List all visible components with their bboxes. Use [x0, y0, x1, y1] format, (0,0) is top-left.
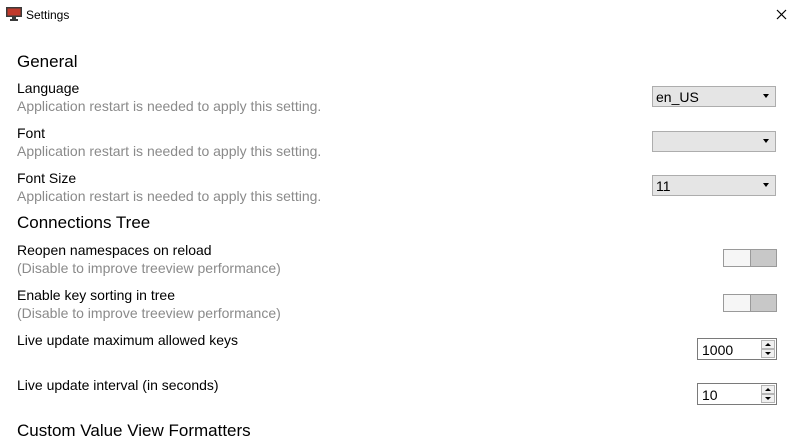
chevron-down-icon [763, 94, 769, 98]
key-sorting-hint: (Disable to improve treeview performance… [17, 305, 281, 321]
font-size-value: 11 [656, 178, 671, 194]
live-update-max-keys-value: 1000 [702, 342, 734, 358]
spin-down-button[interactable] [761, 394, 775, 403]
reopen-namespaces-label: Reopen namespaces on reload [17, 242, 212, 258]
toggle-knob [724, 250, 751, 266]
font-size-label: Font Size [17, 170, 77, 186]
language-value: en_US [656, 89, 699, 105]
live-update-interval-value: 10 [702, 387, 718, 403]
reopen-namespaces-hint: (Disable to improve treeview performance… [17, 260, 281, 276]
font-dropdown[interactable] [652, 131, 776, 152]
section-connections-tree-heading: Connections Tree [17, 213, 151, 232]
key-sorting-label: Enable key sorting in tree [17, 287, 175, 303]
toggle-knob [724, 295, 751, 311]
monitor-app-icon [6, 7, 22, 21]
reopen-namespaces-toggle[interactable] [723, 249, 777, 267]
live-update-max-keys-label: Live update maximum allowed keys [17, 332, 238, 348]
live-update-max-keys-spinbox[interactable]: 1000 [697, 338, 777, 360]
language-hint: Application restart is needed to apply t… [17, 98, 322, 114]
spin-up-button[interactable] [761, 340, 775, 349]
language-label: Language [17, 80, 80, 96]
spin-down-button[interactable] [761, 349, 775, 358]
font-size-dropdown[interactable]: 11 [652, 175, 776, 196]
live-update-interval-spinbox[interactable]: 10 [697, 383, 777, 405]
key-sorting-toggle[interactable] [723, 294, 777, 312]
live-update-interval-label: Live update interval (in seconds) [17, 377, 219, 393]
close-icon[interactable] [770, 2, 794, 26]
language-dropdown[interactable]: en_US [652, 86, 776, 107]
font-size-hint: Application restart is needed to apply t… [17, 188, 322, 204]
chevron-down-icon [763, 183, 769, 187]
window-title: Settings [26, 8, 70, 22]
spin-buttons [761, 340, 775, 358]
section-custom-formatters-heading: Custom Value View Formatters [17, 421, 251, 440]
spin-up-button[interactable] [761, 385, 775, 394]
spin-buttons [761, 385, 775, 403]
section-general-heading: General [17, 52, 78, 71]
font-hint: Application restart is needed to apply t… [17, 143, 322, 159]
font-label: Font [17, 125, 46, 141]
chevron-down-icon [763, 139, 769, 143]
title-bar: Settings [0, 0, 795, 30]
